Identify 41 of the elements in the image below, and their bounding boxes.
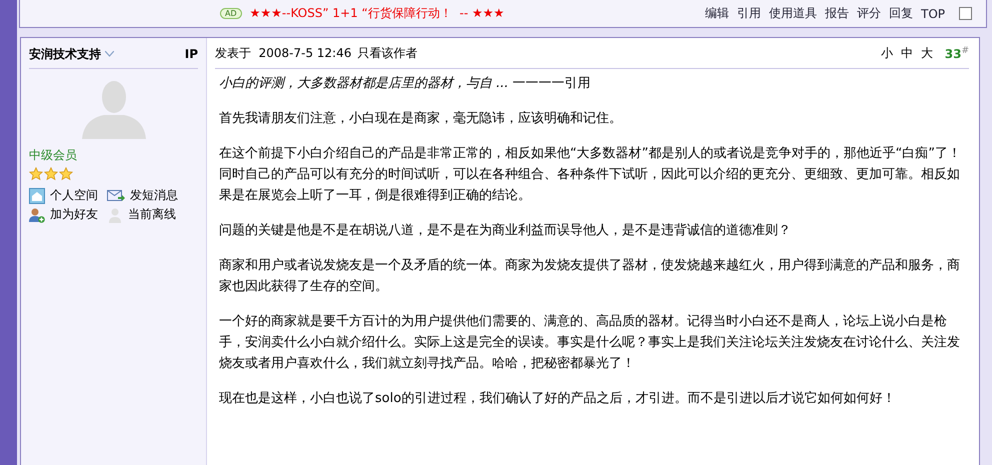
post-action-link[interactable]: 使用道具 [768, 5, 817, 22]
post-action-link[interactable]: 报告 [824, 5, 849, 22]
star-icon [29, 167, 43, 181]
user-icon [107, 206, 123, 222]
post-action-link[interactable]: TOP [920, 6, 945, 20]
ad-link[interactable]: ★★★--KOSS” 1+1 “行货保障行动！ -- ★★★ [250, 5, 504, 22]
caret-icon[interactable] [105, 51, 114, 57]
font-size-link[interactable]: 小 [880, 44, 893, 62]
house-icon [29, 188, 45, 204]
star-icon [59, 167, 73, 181]
paragraph-text: 在这个前提下小白介绍自己的产品是非常正常的，相反如果他“大多数器材”都是别人的或者说是竞争对手的，那他近乎“白痴”了！ [219, 146, 961, 161]
author-name[interactable]: 安润技术支持 [29, 46, 101, 62]
profile-link[interactable]: 发短消息 [107, 187, 185, 204]
font-size-link[interactable]: 中 [900, 44, 913, 62]
ad-badge: AD [220, 8, 242, 19]
ip-link[interactable]: IP [184, 47, 198, 61]
paragraph-text: 首先我请朋友们注意，小白现在是商家，毫无隐讳，应该明确和记住。 [219, 111, 622, 126]
post-action-link[interactable]: 回复 [888, 5, 913, 22]
user-rank: 中级会员 [29, 147, 78, 164]
profile-link[interactable]: 个人空间 [29, 187, 107, 204]
select-checkbox[interactable] [959, 7, 972, 20]
quote-link[interactable]: 一一一一引用 [512, 76, 591, 91]
post-time: 发表于 2008-7-5 12:46 [215, 44, 352, 62]
profile-link[interactable]: 当前离线 [107, 206, 185, 223]
profile-link[interactable]: 加为好友 [29, 206, 107, 223]
post-action-link[interactable]: 编辑 [704, 5, 729, 22]
author-only-link[interactable]: 只看该作者 [358, 44, 418, 62]
font-size-link[interactable]: 大 [920, 44, 933, 62]
star-icon [44, 167, 58, 181]
paragraph-text: 商家和用户或者说发烧友是一个及矛盾的统一体。商家为发烧友提供了器材，使发烧越来越红火，用户得到满意的产品和服务，商家也因此获得了生存的空间。 [219, 258, 960, 294]
post-action-link[interactable]: 评分 [856, 5, 881, 22]
add-user-icon [29, 206, 45, 222]
floor-number: 33$^{#}$ [944, 46, 969, 60]
paragraph-text: 一个好的商家就是要千方百计的为用户提供他们需要的、满意的、高品质的器材。记得当时小白还不是商人，论坛上说小白是枪手，安润卖什么小白就介绍什么。实际上这是完全的误读。事实是什么呢？事实上是我们关注论坛关注发烧友在讨论什么、关注发烧友或者用户喜欢什么，我们就立刻寻找产品。哈哈，把秘密都暴光了！ [219, 314, 960, 371]
post-action-link[interactable]: 引用 [736, 5, 761, 22]
paragraph-text: 问题的关键是他是不是在胡说八道，是不是在为商业利益而误导他人，是不是违背诚信的道德准则？ [219, 223, 791, 238]
avatar-silhouette [82, 79, 146, 139]
paragraph-text: 现在也是这样，小白也说了solo的引进过程，我们确认了好的产品之后，才引进。而不是引进以后才说它如何如何好！ [219, 391, 896, 406]
quote-text: 小白的评测，大多数器材都是店里的器材，与自 ... [219, 76, 509, 91]
paragraph-text: 同时自己的产品可以有充分的时间试听，可以在各种组合、各种条件下试听，因此可以介绍的更充分、更细致、更加可靠。相反如果是在展览会上听了一耳，倒是很难得到正确的结论。 [219, 167, 960, 203]
envelope-icon [107, 188, 125, 204]
